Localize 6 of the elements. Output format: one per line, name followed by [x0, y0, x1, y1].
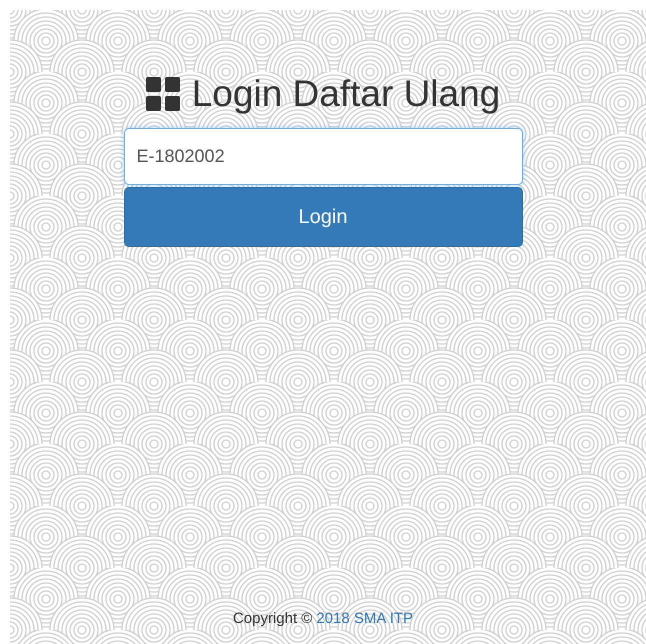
grid-icon	[146, 77, 180, 111]
school-link[interactable]: 2018 SMA ITP	[316, 610, 414, 627]
login-button[interactable]: Login	[124, 187, 522, 247]
copyright-text: Copyright ©	[232, 610, 312, 627]
login-title: Login Daftar Ulang	[192, 73, 500, 115]
id-input-field[interactable]: E-1802002	[124, 128, 522, 185]
